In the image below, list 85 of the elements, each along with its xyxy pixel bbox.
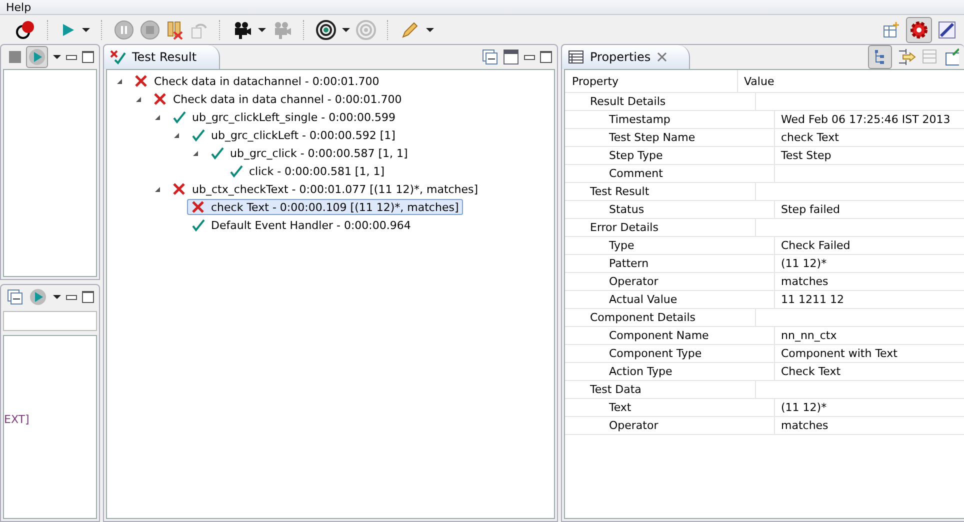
property-value: Check Text — [781, 365, 841, 378]
menu-item[interactable]: Help — [6, 0, 32, 14]
skip-icon[interactable] — [166, 20, 184, 40]
maximize-icon[interactable] — [82, 51, 94, 63]
caret-icon[interactable] — [53, 55, 61, 59]
play-icon[interactable] — [26, 46, 48, 68]
collapse-icon[interactable] — [482, 49, 498, 65]
tree-item[interactable]: ub_grc_clickLeft_single - 0:00:00.599 — [192, 110, 396, 124]
close-icon[interactable] — [656, 52, 667, 62]
property-name: Text — [609, 401, 632, 414]
expand-arrow-icon[interactable] — [155, 186, 160, 192]
target-icon[interactable] — [316, 20, 336, 40]
property-value: 11 1211 12 — [781, 293, 844, 306]
tree-item[interactable]: Check data in data channel - 0:00:01.700 — [173, 92, 402, 106]
column-header[interactable]: Property — [565, 70, 738, 92]
property-value: matches — [781, 275, 828, 288]
pause-icon[interactable] — [114, 20, 134, 40]
arrow-icon[interactable] — [897, 48, 917, 66]
expand-arrow-icon[interactable] — [117, 78, 122, 84]
property-name: Component Name — [609, 329, 709, 342]
property-name: Error Details — [590, 221, 658, 234]
expand-arrow-icon[interactable] — [136, 96, 141, 102]
table-icon — [568, 50, 584, 64]
property-name: Timestamp — [609, 113, 670, 126]
tree-item-label: EXT] — [4, 413, 30, 426]
tree-item[interactable]: ub_ctx_checkText - 0:00:01.077 [(11 12)*, matches] — [192, 182, 478, 196]
property-value: Check Failed — [781, 239, 850, 252]
maximize-icon[interactable] — [540, 51, 552, 63]
gear-icon[interactable] — [906, 16, 932, 42]
property-name: Step Type — [609, 149, 663, 162]
property-value: Component with Text — [781, 347, 898, 360]
tree-item[interactable]: Check data in datachannel - 0:00:01.700 — [154, 74, 380, 88]
pencil-icon[interactable] — [400, 20, 420, 40]
play-icon[interactable] — [28, 287, 48, 307]
property-name: Type — [609, 239, 634, 252]
property-value: (11 12)* — [781, 257, 827, 270]
property-name: Actual Value — [609, 293, 678, 306]
tree-item[interactable]: click - 0:00:00.581 [1, 1] — [249, 164, 385, 178]
property-name: Test Data — [590, 383, 642, 396]
property-name: Pattern — [609, 257, 649, 270]
property-value: Wed Feb 06 17:25:46 IST 2013 — [781, 113, 950, 126]
property-value: nn_nn_ctx — [781, 329, 837, 342]
property-name: Test Result — [590, 185, 650, 198]
camera-icon[interactable] — [232, 20, 252, 40]
tree-view-icon[interactable] — [868, 45, 892, 69]
property-name: Result Details — [590, 95, 666, 108]
filter-field[interactable] — [3, 311, 97, 331]
property-name: Test Step Name — [609, 131, 696, 144]
property-value: Step failed — [781, 203, 840, 216]
tree-item[interactable]: ub_grc_click - 0:00:00.587 [1, 1] — [230, 146, 408, 160]
layout-icon[interactable] — [503, 49, 519, 65]
property-name: Operator — [609, 275, 658, 288]
maximize-icon[interactable] — [82, 291, 94, 303]
tree-item[interactable]: Default Event Handler - 0:00:00.964 — [211, 218, 411, 232]
property-name: Component Details — [590, 311, 696, 324]
tree-item[interactable]: ub_grc_clickLeft - 0:00:00.592 [1] — [211, 128, 396, 142]
property-value: Test Step — [781, 149, 832, 162]
caret-icon[interactable] — [82, 28, 90, 32]
property-name: Action Type — [609, 365, 672, 378]
property-value: check Text — [781, 131, 839, 144]
column-header[interactable]: Value — [738, 70, 964, 92]
minimize-icon[interactable] — [524, 54, 535, 60]
collapse-icon[interactable] — [7, 289, 23, 305]
expand-arrow-icon[interactable] — [155, 114, 160, 120]
play-icon[interactable] — [60, 22, 76, 38]
caret-icon[interactable] — [426, 28, 434, 32]
expand-arrow-icon[interactable] — [174, 132, 179, 138]
record-icon[interactable] — [14, 18, 36, 40]
property-name: Component Type — [609, 347, 702, 360]
caret-icon[interactable] — [258, 28, 266, 32]
property-name: Status — [609, 203, 644, 216]
property-name: Operator — [609, 419, 658, 432]
expand-arrow-icon[interactable] — [193, 150, 198, 156]
caret-icon[interactable] — [342, 28, 350, 32]
view-tab[interactable]: Test Result — [104, 45, 220, 69]
minimize-icon[interactable] — [66, 294, 77, 300]
view-tab[interactable]: Properties — [562, 45, 690, 69]
property-value: matches — [781, 419, 828, 432]
window-icon[interactable] — [945, 48, 959, 66]
property-value: (11 12)* — [781, 401, 827, 414]
property-name: Comment — [609, 167, 663, 180]
test-result-icon — [110, 49, 126, 65]
minimize-icon[interactable] — [66, 54, 77, 60]
pen-icon[interactable] — [938, 20, 956, 38]
caret-icon[interactable] — [53, 295, 61, 299]
